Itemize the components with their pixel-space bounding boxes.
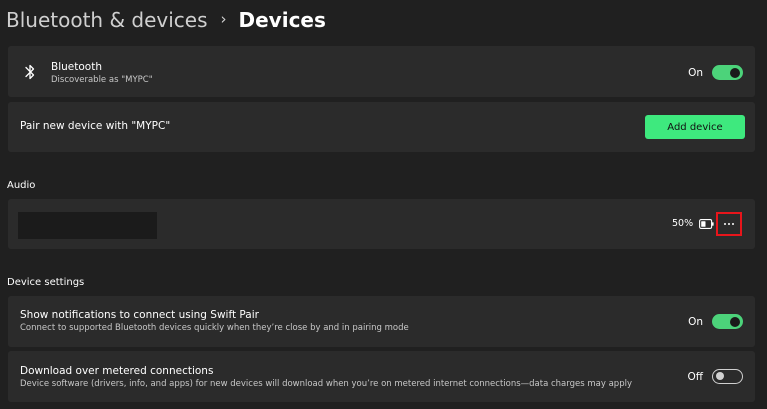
bluetooth-toggle-group: On bbox=[688, 65, 743, 80]
metered-download-toggle-group: Off bbox=[687, 369, 743, 384]
chevron-right-icon: › bbox=[220, 10, 227, 28]
add-device-button[interactable]: Add device bbox=[645, 115, 745, 139]
more-options-button[interactable] bbox=[716, 212, 742, 236]
swift-pair-toggle-label: On bbox=[688, 315, 703, 328]
metered-download-subtitle: Device software (drivers, info, and apps… bbox=[20, 379, 632, 389]
breadcrumb: Bluetooth & devices › Devices bbox=[6, 6, 326, 34]
audio-device-card[interactable]: 50% bbox=[8, 199, 755, 249]
battery-icon bbox=[699, 219, 714, 229]
breadcrumb-parent[interactable]: Bluetooth & devices bbox=[6, 8, 208, 32]
bluetooth-toggle-label: On bbox=[688, 66, 703, 79]
bluetooth-toggle[interactable] bbox=[712, 65, 743, 80]
toggle-knob bbox=[715, 372, 724, 380]
redacted-device-name bbox=[18, 212, 157, 239]
page-title: Devices bbox=[238, 8, 326, 32]
device-settings-section-title: Device settings bbox=[7, 277, 85, 288]
bluetooth-devices-page: Bluetooth & devices › Devices Bluetooth … bbox=[0, 0, 767, 409]
metered-download-text: Download over metered connections Device… bbox=[20, 364, 632, 390]
bluetooth-card: Bluetooth Discoverable as "MYPC" On bbox=[8, 46, 755, 97]
bluetooth-title: Bluetooth bbox=[51, 61, 102, 73]
swift-pair-text: Show notifications to connect using Swif… bbox=[20, 308, 409, 334]
bluetooth-icon bbox=[25, 64, 35, 80]
swift-pair-card: Show notifications to connect using Swif… bbox=[8, 296, 755, 347]
metered-download-toggle[interactable] bbox=[712, 369, 743, 384]
swift-pair-toggle[interactable] bbox=[712, 314, 743, 329]
bluetooth-text: Bluetooth Discoverable as "MYPC" bbox=[51, 60, 153, 86]
battery-percent: 50% bbox=[672, 218, 694, 229]
audio-section-title: Audio bbox=[7, 180, 36, 191]
more-options-icon bbox=[724, 223, 734, 225]
swift-pair-toggle-group: On bbox=[688, 314, 743, 329]
metered-download-toggle-label: Off bbox=[687, 370, 704, 383]
metered-download-title: Download over metered connections bbox=[20, 365, 214, 377]
swift-pair-subtitle: Connect to supported Bluetooth devices q… bbox=[20, 323, 409, 333]
toggle-knob bbox=[730, 67, 740, 78]
bluetooth-subtitle: Discoverable as "MYPC" bbox=[51, 75, 153, 85]
swift-pair-title: Show notifications to connect using Swif… bbox=[20, 309, 259, 321]
pair-device-label: Pair new device with "MYPC" bbox=[20, 120, 171, 132]
toggle-knob bbox=[730, 316, 740, 327]
pair-device-card: Pair new device with "MYPC" Add device bbox=[8, 102, 755, 152]
metered-download-card: Download over metered connections Device… bbox=[8, 351, 755, 402]
